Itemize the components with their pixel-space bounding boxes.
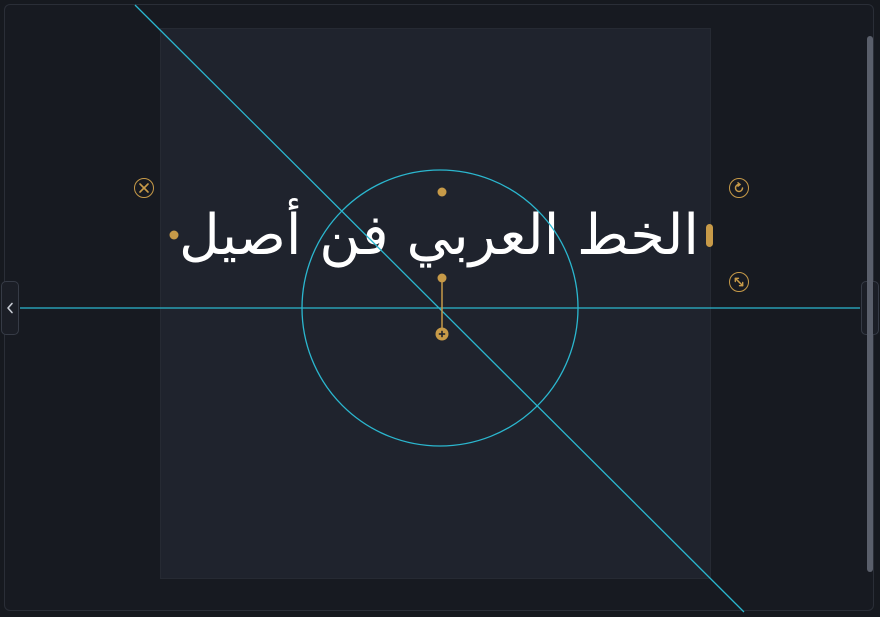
scrollbar-thumb[interactable] xyxy=(867,36,873,572)
chevron-left-icon xyxy=(7,302,13,314)
rotate-button[interactable] xyxy=(729,178,749,198)
rotate-icon xyxy=(734,182,744,193)
canvas-page[interactable] xyxy=(160,28,711,579)
vertical-scrollbar[interactable] xyxy=(866,32,874,576)
resize-diagonal-icon xyxy=(734,277,744,287)
text-layer-content[interactable]: الخط العربي فن أصيل xyxy=(179,203,699,268)
left-panel-toggle[interactable] xyxy=(1,281,19,335)
delete-button[interactable] xyxy=(134,178,154,198)
text-layer[interactable]: الخط العربي فن أصيل xyxy=(170,190,708,280)
close-circle-icon xyxy=(139,183,149,193)
resize-button[interactable] xyxy=(729,272,749,292)
